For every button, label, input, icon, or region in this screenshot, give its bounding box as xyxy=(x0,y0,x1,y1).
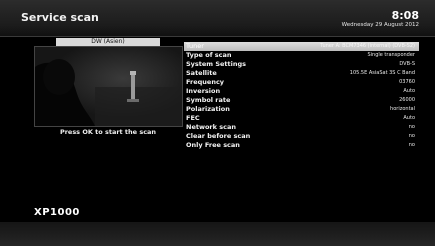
setting-row-satellite[interactable]: Satellite 105.5E AsiaSat 3S C Band xyxy=(184,69,419,78)
setting-label: Network scan xyxy=(186,123,236,131)
setting-value[interactable]: 26000 xyxy=(399,96,415,105)
channel-name-label: DW (Asien) xyxy=(56,38,160,46)
setting-row-type-of-scan[interactable]: Type of scan Single transponder xyxy=(184,51,419,60)
setting-row-frequency[interactable]: Frequency 03760 xyxy=(184,78,419,87)
setting-row-inversion[interactable]: Inversion Auto xyxy=(184,87,419,96)
setting-value[interactable]: DVB-S xyxy=(399,60,415,69)
setting-value[interactable]: no xyxy=(409,141,415,150)
brand-logo: XP1000 xyxy=(34,207,80,218)
setting-row-tuner[interactable]: Tuner Tuner A: BCM7346 (internal) (DVB-S2… xyxy=(184,42,419,51)
setting-value[interactable]: Auto xyxy=(403,87,415,96)
setting-label: Inversion xyxy=(186,87,221,95)
setting-value[interactable]: Single transponder xyxy=(367,51,415,60)
setting-value[interactable]: 03760 xyxy=(399,78,415,87)
setting-value[interactable]: 105.5E AsiaSat 3S C Band xyxy=(350,69,415,78)
setting-label: Only Free scan xyxy=(186,141,240,149)
setting-row-system-settings[interactable]: System Settings DVB-S xyxy=(184,60,419,69)
setting-value[interactable]: horizontal xyxy=(390,105,415,114)
setting-row-clear-before-scan[interactable]: Clear before scan no xyxy=(184,132,419,141)
setting-label: Symbol rate xyxy=(186,96,231,104)
clock-time: 8:08 xyxy=(391,9,419,22)
setting-label: Type of scan xyxy=(186,51,232,59)
setting-row-only-free-scan[interactable]: Only Free scan no xyxy=(184,141,419,150)
setting-label: System Settings xyxy=(186,60,247,68)
setting-label: Clear before scan xyxy=(186,132,251,140)
setting-label: FEC xyxy=(186,114,200,122)
clock-date: Wednesday 29 August 2012 xyxy=(341,22,419,28)
setting-value[interactable]: no xyxy=(409,132,415,141)
setting-row-polarization[interactable]: Polarization horizontal xyxy=(184,105,419,114)
header-bar: Service scan 8:08 Wednesday 29 August 20… xyxy=(0,0,435,37)
setting-label: Polarization xyxy=(186,105,230,113)
setting-label: Satellite xyxy=(186,69,217,77)
footer-bar xyxy=(0,222,435,246)
setting-value[interactable]: Auto xyxy=(403,114,415,123)
scan-settings-list[interactable]: Tuner Tuner A: BCM7346 (internal) (DVB-S2… xyxy=(184,42,419,150)
setting-row-fec[interactable]: FEC Auto xyxy=(184,114,419,123)
tv-preview-window xyxy=(34,46,183,127)
preview-image xyxy=(35,47,182,126)
setting-label: Frequency xyxy=(186,78,225,86)
start-scan-hint: Press OK to start the scan xyxy=(59,128,157,136)
setting-row-symbol-rate[interactable]: Symbol rate 26000 xyxy=(184,96,419,105)
setting-row-network-scan[interactable]: Network scan no xyxy=(184,123,419,132)
setting-value[interactable]: Tuner A: BCM7346 (internal) (DVB-S2) xyxy=(320,42,415,51)
page-title: Service scan xyxy=(21,11,99,24)
setting-value[interactable]: no xyxy=(409,123,415,132)
setting-label: Tuner xyxy=(186,42,204,50)
